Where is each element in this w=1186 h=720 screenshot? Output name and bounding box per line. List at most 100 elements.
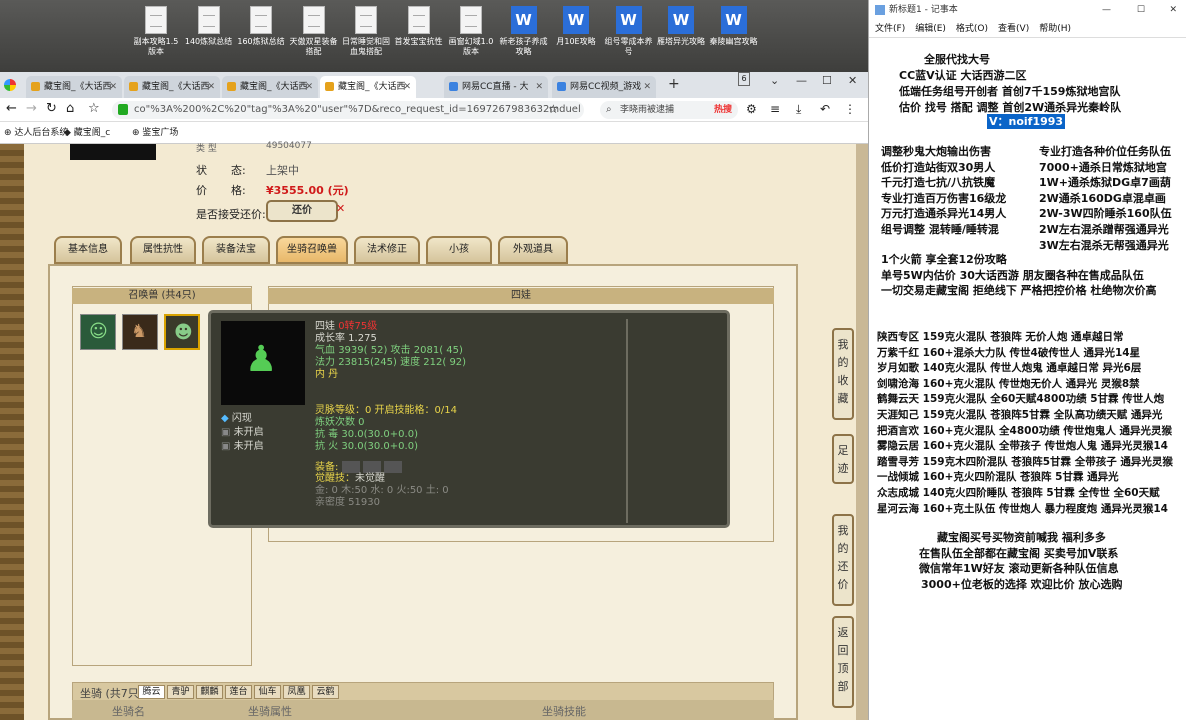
- bookmark-item[interactable]: ⊕ 鉴宝广场: [132, 122, 178, 144]
- info-tab[interactable]: 基本信息: [54, 236, 122, 264]
- mount-tab[interactable]: 凤凰: [283, 685, 310, 699]
- info-tab[interactable]: 属性抗性: [130, 236, 196, 264]
- equip-slot[interactable]: [383, 461, 402, 473]
- notepad-line[interactable]: 低价打造站街双30男人: [881, 160, 995, 175]
- favorite-star-icon[interactable]: ☆: [548, 102, 559, 116]
- notepad-line[interactable]: 岁月如歌 140克火混队 传世人炮鬼 通卓越日常 异光6层: [877, 361, 1141, 376]
- mount-tab[interactable]: 腾云: [138, 685, 165, 699]
- maximize-icon[interactable]: ☐: [822, 74, 832, 87]
- mount-tab[interactable]: 莲台: [225, 685, 252, 699]
- page-scrollbar[interactable]: [856, 144, 868, 720]
- tab-close-icon[interactable]: ✕: [535, 76, 543, 98]
- notepad-line[interactable]: 剑啸沧海 160+克火混队 传世炮无价人 通异光 灵猴8禁: [877, 377, 1140, 392]
- desktop-icon[interactable]: W 新老孩子养成攻略: [498, 4, 550, 70]
- notepad-line[interactable]: 3000+位老板的选择 欢迎比价 放心选购: [921, 577, 1123, 592]
- mount-tab[interactable]: 青驴: [167, 685, 194, 699]
- notepad-line[interactable]: 单号5W内估价 30大话西游 朋友圈各种在售成品队伍: [881, 268, 1144, 283]
- desktop-icon[interactable]: 140炼狱总结: [183, 4, 235, 70]
- desktop-icon[interactable]: 天傲双星装备搭配: [288, 4, 340, 70]
- desktop-icon[interactable]: 画窗幻域1.0版本: [445, 4, 497, 70]
- desktop-icon[interactable]: 160炼狱总结: [235, 4, 287, 70]
- info-tab[interactable]: 坐骑召唤兽: [276, 236, 348, 264]
- forward-icon[interactable]: →: [26, 101, 37, 116]
- undo-icon[interactable]: ↶: [820, 102, 830, 116]
- bargain-button[interactable]: 还价: [266, 200, 338, 222]
- notepad-line[interactable]: 2W-3W四阶睡杀160队伍: [1039, 206, 1172, 221]
- info-tab[interactable]: 外观道具: [498, 236, 568, 264]
- desktop-icon[interactable]: W 雁塔异光攻略: [655, 4, 707, 70]
- desktop-icon[interactable]: 日常睡觉和固血鬼搭配: [340, 4, 392, 70]
- notepad-line[interactable]: 专业打造百万伤害16级龙: [881, 191, 1006, 206]
- notepad-line[interactable]: 在售队伍全部都在藏宝阁 买卖号加V联系: [919, 546, 1118, 561]
- browser-tab[interactable]: 网易CC视频_游戏 ✕: [552, 76, 656, 98]
- notepad-line[interactable]: 估价 找号 搭配 调整 首创2W通杀异光秦岭队: [899, 100, 1121, 115]
- hot-search-badge[interactable]: 热搜: [714, 101, 732, 119]
- minimize-icon[interactable]: —: [1102, 0, 1111, 20]
- notepad-line[interactable]: 全服代找大号: [924, 52, 990, 67]
- home-icon[interactable]: ⌂: [66, 101, 74, 116]
- notepad-line[interactable]: 3W左右混杀无帮强通异光: [1039, 238, 1169, 253]
- notepad-menu-item[interactable]: 编辑(E): [915, 24, 946, 34]
- notepad-line[interactable]: 众志成城 140克火四阶睡队 苍狼阵 5甘霖 全传世 全60天赋: [877, 486, 1160, 501]
- bookmark-star-icon[interactable]: ☆: [88, 101, 100, 116]
- notepad-line[interactable]: 一战倾城 160+克火四阶混队 苍狼阵 5甘霖 通异光: [877, 470, 1119, 485]
- back-to-top-button[interactable]: 返回顶部: [832, 616, 854, 708]
- tab-close-icon[interactable]: ✕: [109, 76, 117, 98]
- notepad-line[interactable]: 鹤舞云天 159克火混队 全60天赋4800功绩 5甘霖 传世人炮: [877, 392, 1164, 407]
- notepad-line[interactable]: 踏雪寻芳 159克木四阶混队 苍狼阵5甘霖 全带孩子 通异光灵猴: [877, 455, 1173, 470]
- url-input[interactable]: co"%3A%200%2C%20"tag"%3A%20"user"%7D&rec…: [112, 101, 584, 119]
- close-window-icon[interactable]: ✕: [848, 74, 857, 87]
- menu-icon[interactable]: ≡: [770, 102, 780, 116]
- browser-tab[interactable]: 网易CC直播 - 大 ✕: [444, 76, 548, 98]
- browser-tab[interactable]: 藏宝阁_《大话西 ✕: [124, 76, 220, 98]
- skill-3[interactable]: ▣ 未开启: [221, 441, 264, 453]
- notepad-line[interactable]: 微信常年1W好友 滚动更新各种队伍信息: [919, 561, 1119, 576]
- browser-tab[interactable]: 藏宝阁_《大话西 ✕: [222, 76, 318, 98]
- notepad-line[interactable]: 1个火箭 享全套12份攻略: [881, 252, 1007, 267]
- notepad-line[interactable]: 天涯知己 159克火混队 苍狼阵5甘霖 全队高功绩天赋 通异光: [877, 408, 1162, 423]
- maximize-icon[interactable]: ☐: [1137, 0, 1145, 20]
- desktop-icon[interactable]: W 组号零成本养号: [603, 4, 655, 70]
- downloads-icon[interactable]: ⤓: [796, 102, 801, 117]
- notepad-line[interactable]: 雾隐云居 160+克火混队 全带孩子 传世炮人鬼 通异光灵猴14: [877, 439, 1168, 454]
- skill-1[interactable]: ◆ 闪现: [221, 413, 252, 425]
- notepad-menu-item[interactable]: 格式(O): [956, 24, 988, 34]
- desktop-icon[interactable]: 副本攻略1.5版本: [130, 4, 182, 70]
- info-tab[interactable]: 小孩: [426, 236, 492, 264]
- desktop-icon[interactable]: 首发宝宝抗性: [393, 4, 445, 70]
- notepad-selected-contact[interactable]: V：noif1993: [987, 114, 1066, 129]
- pet-slot-1[interactable]: ☺: [80, 314, 116, 350]
- desktop-icon[interactable]: W 月10E攻略: [550, 4, 602, 70]
- tab-close-icon[interactable]: ✕: [305, 76, 313, 98]
- notepad-line[interactable]: 1W+通杀炼狱DG卓7画葫: [1039, 175, 1171, 190]
- pet-slot-3[interactable]: ☻: [164, 314, 200, 350]
- equip-slot[interactable]: [362, 461, 381, 473]
- notepad-line[interactable]: 藏宝阁买号买物资前喊我 福利多多: [937, 530, 1106, 545]
- mount-tab[interactable]: 麒麟: [196, 685, 223, 699]
- reload-icon[interactable]: ↻: [46, 101, 57, 116]
- notepad-line[interactable]: 2W通杀160DG卓混卓画: [1039, 191, 1166, 206]
- more-icon[interactable]: ⋮: [844, 102, 856, 116]
- notepad-line[interactable]: 低端任务组号开创者 首创7千159炼狱地宫队: [899, 84, 1120, 99]
- notepad-line[interactable]: 专业打造各种价位任务队伍: [1039, 144, 1171, 159]
- browser-tab[interactable]: 藏宝阁_《大话西 ✕: [320, 76, 416, 98]
- skill-2[interactable]: ▣ 未开启: [221, 427, 264, 439]
- bookmark-item[interactable]: ◆ 藏宝阁_c: [64, 122, 110, 144]
- notepad-line[interactable]: 万紫千红 160+混杀大力队 传世4破传世人 通异光14星: [877, 346, 1140, 361]
- notepad-line[interactable]: 星河云海 160+克土队伍 传世炮人 暴力程度炮 通异光灵猴14: [877, 502, 1168, 517]
- notepad-line[interactable]: 调整秒鬼大炮输出伤害: [881, 144, 991, 159]
- mount-tab[interactable]: 仙车: [254, 685, 281, 699]
- extension-icon[interactable]: ⚙: [746, 102, 757, 116]
- browser-tab[interactable]: 藏宝阁_《大话西 ✕: [26, 76, 122, 98]
- tab-close-icon[interactable]: ✕: [207, 76, 215, 98]
- minimize-icon[interactable]: —: [796, 74, 807, 87]
- notepad-line[interactable]: 陕西专区 159克火混队 苍狼阵 无价人炮 通卓越日常: [877, 330, 1124, 345]
- notepad-line[interactable]: 一切交易走藏宝阁 拒绝线下 严格把控价格 杜绝物次价高: [881, 283, 1157, 298]
- equip-slot[interactable]: [341, 461, 360, 473]
- notepad-line[interactable]: 组号调整 混转睡/睡转混: [881, 222, 999, 237]
- notepad-line[interactable]: 7000+通杀日常炼狱地宫: [1039, 160, 1167, 175]
- notepad-line[interactable]: CC蓝V认证 大话西游二区: [899, 68, 1027, 83]
- search-input[interactable]: ⌕ 李晓雨被逮捕 热搜: [600, 101, 738, 119]
- notepad-line[interactable]: 2W左右混杀蹭帮强通异光: [1039, 222, 1169, 237]
- notepad-line[interactable]: 万元打造通杀异光14男人: [881, 206, 1006, 221]
